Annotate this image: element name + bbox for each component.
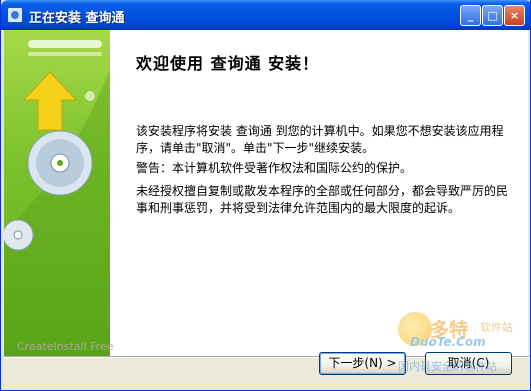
cd-disc-icon — [27, 130, 93, 196]
watermark-sub-text: 软件站 — [480, 321, 513, 334]
minimize-icon[interactable]: _ — [460, 5, 481, 26]
installer-brand: CreateInstall Free — [17, 340, 114, 353]
app-icon — [7, 7, 23, 23]
maximize-icon[interactable]: □ — [482, 5, 503, 26]
site-watermark: 多特 软件站 DuoTe.Com 国内最安全的软件站 — [390, 312, 530, 390]
wizard-content: 欢迎使用 查询通 安装！ 该安装程序将安装 查询通 到您的计算机中。如果您不想安… — [4, 30, 528, 356]
legal-paragraph: 未经授权擅自复制或散发本程序的全部或任何部分，都会导致严厉的民事和刑事惩罚，并将… — [136, 184, 509, 215]
installer-window: 正在安装 查询通 _ □ × 欢迎使用 查询通 安装！ 该安装程序将安装 查询通… — [0, 0, 531, 391]
up-arrow-icon — [22, 71, 78, 131]
intro-paragraph: 该安装程序将安装 查询通 到您的计算机中。如果您不想安装该应用程序，请单击"取消… — [136, 124, 504, 155]
warning-paragraph: 警告：本计算机软件受著作权法和国际公约的保护。 — [136, 161, 413, 175]
welcome-heading: 欢迎使用 查询通 安装！ — [136, 54, 320, 73]
watermark-url: DuoTe.Com — [410, 335, 486, 349]
watermark-name: 国内最安全的软件站 — [398, 360, 497, 373]
window-title: 正在安装 查询通 — [29, 11, 125, 26]
small-cd-disc-icon — [4, 219, 34, 251]
wizard-sidebar-banner — [4, 30, 110, 356]
close-icon[interactable]: × — [504, 5, 525, 26]
banner-graphic — [4, 40, 110, 356]
title-bar[interactable]: 正在安装 查询通 _ □ × — [1, 0, 530, 30]
